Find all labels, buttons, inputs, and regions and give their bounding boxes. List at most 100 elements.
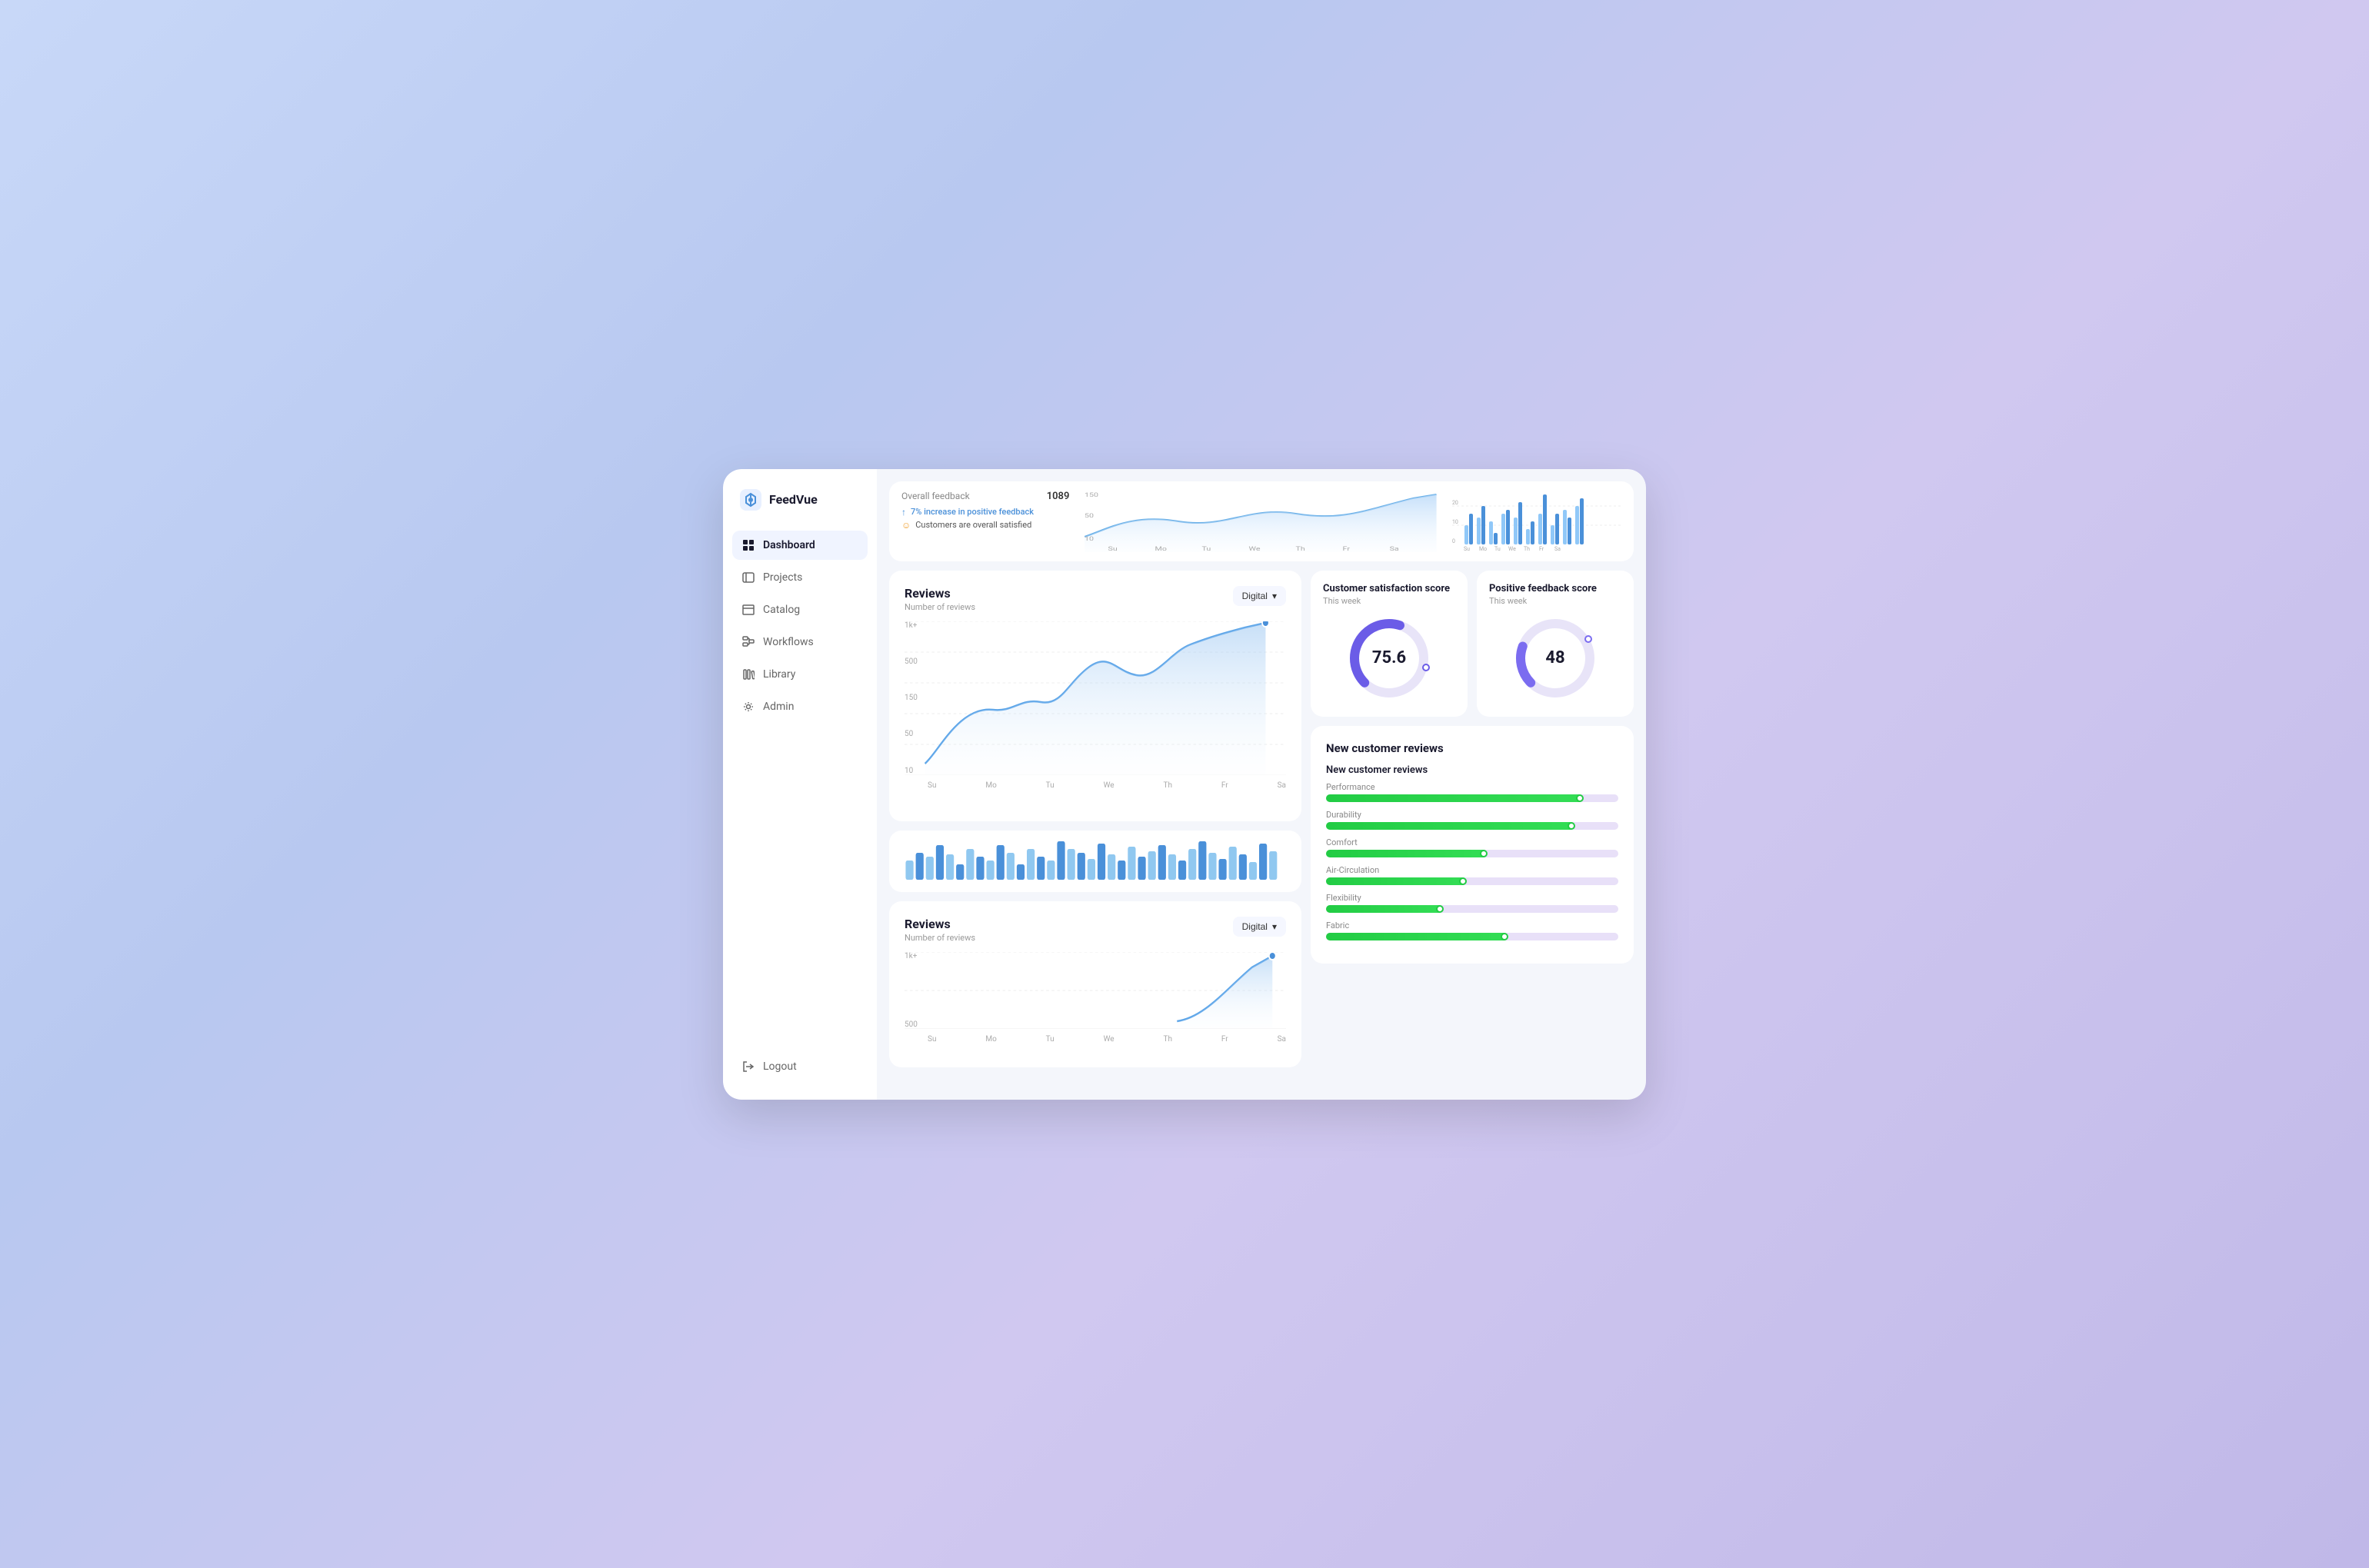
svg-text:We: We <box>1508 546 1516 552</box>
svg-text:Fr: Fr <box>1343 546 1350 551</box>
reviews-header: Reviews Number of reviews Digital ▾ <box>905 586 1286 612</box>
dropdown-label: Digital <box>1242 591 1268 601</box>
rating-flexibility: Flexibility <box>1326 893 1618 913</box>
ncr-section-title: New customer reviews <box>1326 741 1618 755</box>
positive-score-card: Positive feedback score This week 48 <box>1477 571 1634 717</box>
reviews-title-group-2: Reviews Number of reviews <box>905 917 975 943</box>
reviews-line-chart-2: 1k+ 500 <box>905 952 1286 1052</box>
reviews-card-2: Reviews Number of reviews Digital ▾ 1k+ <box>889 901 1301 1067</box>
svg-text:We: We <box>1249 546 1261 551</box>
reviews-card: Reviews Number of reviews Digital ▾ <box>889 571 1301 821</box>
logout-button[interactable]: Logout <box>732 1052 868 1081</box>
library-icon <box>741 667 755 681</box>
comfort-bar-fill <box>1326 850 1487 857</box>
svg-text:Sa: Sa <box>1390 546 1399 551</box>
x-su: Su <box>928 781 936 790</box>
x-sa: Sa <box>1278 781 1286 790</box>
svg-text:Su: Su <box>1108 546 1118 551</box>
top-line-chart: 150 50 10 Su Mo Tu We Th Fr Sa <box>1085 491 1437 552</box>
rating-fabric: Fabric <box>1326 920 1618 940</box>
x2-su: Su <box>928 1035 936 1044</box>
performance-bar-bg <box>1326 794 1618 802</box>
digital-dropdown-2[interactable]: Digital ▾ <box>1233 917 1286 937</box>
sidebar-projects-label: Projects <box>763 571 802 584</box>
comfort-dot <box>1480 850 1488 857</box>
rating-durability: Durability <box>1326 810 1618 830</box>
dropdown-label-2: Digital <box>1242 921 1268 932</box>
admin-icon <box>741 700 755 714</box>
main-content: Overall feedback 1089 ↑ 7% increase in p… <box>877 469 1646 1100</box>
fabric-bar-fill <box>1326 933 1508 940</box>
sidebar-admin-label: Admin <box>763 701 794 713</box>
flexibility-bar-fill <box>1326 905 1443 913</box>
satisfaction-donut: 75.6 <box>1323 612 1455 704</box>
mini-bar-strip <box>889 831 1301 892</box>
digital-dropdown[interactable]: Digital ▾ <box>1233 586 1286 606</box>
durability-label: Durability <box>1326 810 1618 820</box>
logout-icon <box>741 1060 755 1074</box>
svg-text:20: 20 <box>1452 500 1458 506</box>
reviews-title: Reviews <box>905 586 975 601</box>
overall-label: Overall feedback <box>901 491 970 501</box>
satisfaction-title: Customer satisfaction score <box>1323 583 1455 594</box>
svg-text:10: 10 <box>1452 519 1458 525</box>
y-label-50: 50 <box>905 730 925 738</box>
performance-bar-fill <box>1326 794 1583 802</box>
dashboard-icon <box>741 538 755 552</box>
x-axis-labels-2: Su Mo Tu We Th Fr Sa <box>905 1032 1286 1044</box>
reviews-line-chart: 1k+ 500 150 50 10 <box>905 621 1286 806</box>
sidebar-item-admin[interactable]: Admin <box>732 692 868 721</box>
x2-sa: Sa <box>1278 1035 1286 1044</box>
x-we: We <box>1104 781 1115 790</box>
feedback-text-2: Customers are overall satisfied <box>915 520 1031 530</box>
sidebar-dashboard-label: Dashboard <box>763 539 815 551</box>
fabric-label: Fabric <box>1326 920 1618 930</box>
left-column: Reviews Number of reviews Digital ▾ <box>889 571 1301 1067</box>
feedback-items: ↑ 7% increase in positive feedback ☺ Cus… <box>901 507 1069 531</box>
svg-text:Su: Su <box>1464 546 1470 552</box>
durability-bar-bg <box>1326 822 1618 830</box>
smile-icon: ☺ <box>901 520 911 531</box>
y-label-10: 10 <box>905 767 925 775</box>
y-label-500: 500 <box>905 657 925 666</box>
reviews-header-2: Reviews Number of reviews Digital ▾ <box>905 917 1286 943</box>
y2-label-500: 500 <box>905 1020 928 1029</box>
scores-row: Customer satisfaction score This week <box>1311 571 1634 717</box>
x-tu: Tu <box>1046 781 1055 790</box>
flexibility-dot <box>1436 905 1444 913</box>
svg-text:10: 10 <box>1085 536 1094 542</box>
overall-value: 1089 <box>1047 491 1070 502</box>
sidebar-item-catalog[interactable]: Catalog <box>732 595 868 624</box>
x2-tu: Tu <box>1046 1035 1055 1044</box>
sidebar-item-workflows[interactable]: Workflows <box>732 628 868 657</box>
svg-text:150: 150 <box>1085 492 1098 498</box>
x2-fr: Fr <box>1221 1035 1228 1044</box>
logo-text: FeedVue <box>769 492 818 507</box>
flexibility-label: Flexibility <box>1326 893 1618 903</box>
sidebar-item-projects[interactable]: Projects <box>732 563 868 592</box>
top-partial-left: Overall feedback 1089 ↑ 7% increase in p… <box>901 491 1069 533</box>
svg-text:Mo: Mo <box>1479 546 1487 552</box>
reviews-subtitle: Number of reviews <box>905 602 975 612</box>
air-circulation-bar-bg <box>1326 877 1618 885</box>
durability-bar-fill <box>1326 822 1574 830</box>
feedback-item-2: ☺ Customers are overall satisfied <box>901 520 1069 531</box>
catalog-icon <box>741 603 755 617</box>
air-circulation-dot <box>1459 877 1467 885</box>
rating-comfort: Comfort <box>1326 837 1618 857</box>
comfort-bar-bg <box>1326 850 1618 857</box>
x2-th: Th <box>1164 1035 1172 1044</box>
sidebar: FeedVue Dashboard <box>723 469 877 1100</box>
svg-text:Th: Th <box>1524 546 1530 552</box>
sidebar-library-label: Library <box>763 668 795 681</box>
sidebar-item-library[interactable]: Library <box>732 660 868 689</box>
logo-icon <box>738 488 763 512</box>
satisfaction-score-card: Customer satisfaction score This week <box>1311 571 1468 717</box>
x-th: Th <box>1164 781 1172 790</box>
svg-text:Th: Th <box>1296 546 1305 551</box>
svg-text:Fr: Fr <box>1539 546 1544 552</box>
sidebar-logout: Logout <box>723 1052 877 1081</box>
logo: FeedVue <box>723 488 877 531</box>
sidebar-item-dashboard[interactable]: Dashboard <box>732 531 868 560</box>
y2-label-1k: 1k+ <box>905 952 928 960</box>
